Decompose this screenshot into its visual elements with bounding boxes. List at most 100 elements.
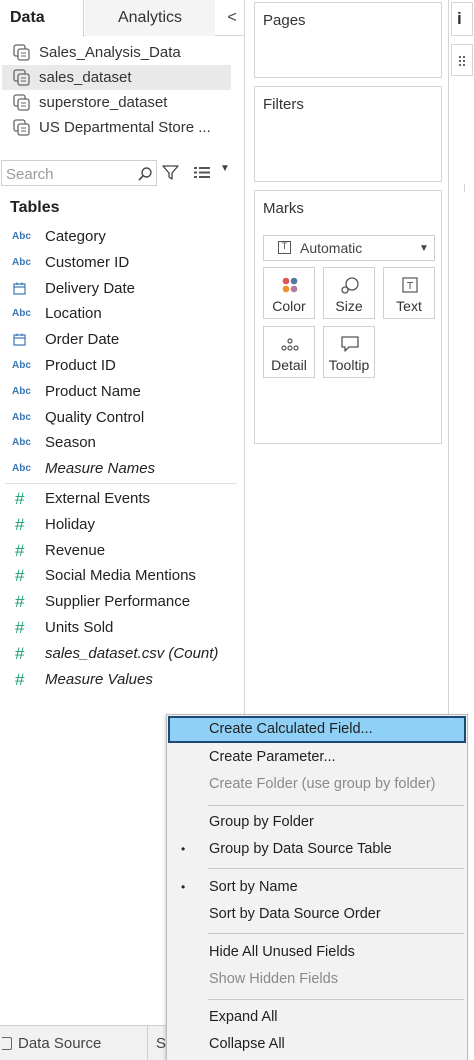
database-icon — [13, 69, 30, 86]
menu-item-group-by-folder[interactable]: Group by Folder — [168, 809, 466, 836]
tab-sheet[interactable]: S — [156, 1026, 166, 1060]
checked-bullet-icon: • — [181, 842, 186, 856]
number-type-icon: # — [15, 566, 25, 586]
tooltip-button[interactable]: Tooltip — [323, 326, 375, 378]
data-source-item[interactable]: Sales_Analysis_Data — [0, 40, 245, 65]
field-label: Social Media Mentions — [45, 567, 196, 585]
field-item-count[interactable]: # sales_dataset.csv (Count) — [0, 641, 245, 667]
field-item-revenue[interactable]: # Revenue — [0, 538, 245, 564]
filters-shelf[interactable]: Filters — [254, 86, 442, 182]
field-item-order-date[interactable]: Order Date — [0, 327, 245, 353]
field-label: Units Sold — [45, 618, 114, 636]
menu-item-group-by-data-source-table[interactable]: • Group by Data Source Table — [168, 836, 466, 863]
pages-shelf[interactable]: Pages — [254, 2, 442, 78]
field-label: Order Date — [45, 331, 120, 349]
color-label: Color — [272, 298, 306, 314]
text-button[interactable]: T Text — [383, 267, 435, 319]
checked-bullet-icon: • — [181, 880, 186, 894]
number-type-icon: # — [15, 514, 25, 534]
data-source-item-selected[interactable]: sales_dataset — [2, 65, 231, 90]
mark-type-dropdown[interactable]: T Automatic ▼ — [263, 235, 435, 261]
text-icon: T — [402, 277, 418, 293]
calendar-icon — [12, 276, 38, 301]
pane-tabs: Data Analytics < — [0, 0, 245, 37]
menu-item-create-calculated-field[interactable]: Create Calculated Field... — [168, 716, 466, 743]
menu-item-create-parameter[interactable]: Create Parameter... — [168, 744, 466, 771]
tab-data-source[interactable]: Data Source — [0, 1026, 148, 1060]
field-item-quality-control[interactable]: Abc Quality Control — [0, 405, 245, 431]
list-view-icon[interactable] — [193, 165, 211, 180]
number-type-icon: # — [15, 488, 25, 508]
color-button[interactable]: Color — [263, 267, 315, 319]
field-item-season[interactable]: Abc Season — [0, 430, 245, 456]
field-label: Season — [45, 434, 96, 452]
tab-analytics[interactable]: Analytics — [85, 0, 215, 36]
field-item-product-id[interactable]: Abc Product ID — [0, 353, 245, 379]
field-label: Product Name — [45, 382, 141, 400]
string-type-icon: Abc — [12, 437, 31, 449]
search-row: ▼ — [0, 159, 245, 187]
field-item-customer-id[interactable]: Abc Customer ID — [0, 250, 245, 276]
string-type-icon: Abc — [12, 463, 31, 475]
search-input[interactable] — [6, 164, 126, 184]
field-label: Delivery Date — [45, 279, 136, 297]
field-item-category[interactable]: Abc Category — [0, 224, 245, 250]
info-icon[interactable]: i — [451, 2, 473, 36]
divider — [464, 184, 465, 192]
collapse-pane-button[interactable]: < — [224, 8, 240, 28]
color-icon — [282, 277, 298, 293]
field-label: Location — [45, 305, 102, 323]
field-label: Category — [45, 228, 106, 245]
data-source-item[interactable]: superstore_dataset — [0, 90, 245, 115]
field-item-external-events[interactable]: # External Events — [0, 486, 245, 512]
marks-card: Marks T Automatic ▼ Color Size T Text De… — [254, 190, 442, 444]
field-item-product-name[interactable]: Abc Product Name — [0, 379, 245, 405]
menu-item-hide-all-unused-fields[interactable]: Hide All Unused Fields — [168, 939, 466, 966]
detail-button[interactable]: Detail — [263, 326, 315, 378]
string-type-icon: Abc — [12, 231, 31, 242]
drag-handle-icon — [458, 55, 466, 67]
menu-item-create-folder[interactable]: Create Folder (use group by folder) — [168, 771, 466, 798]
menu-item-expand-all[interactable]: Expand All — [168, 1004, 466, 1031]
string-type-icon: Abc — [12, 256, 31, 268]
chevron-down-icon[interactable]: ▼ — [220, 163, 230, 174]
search-icon[interactable] — [137, 166, 153, 182]
field-item-social-media-mentions[interactable]: # Social Media Mentions — [0, 563, 245, 589]
columns-shelf-handle[interactable] — [451, 44, 473, 76]
text-label: Text — [396, 298, 422, 314]
data-source-label: US Departmental Store ... — [39, 119, 211, 136]
chevron-down-icon: ▼ — [419, 243, 429, 254]
menu-separator — [208, 999, 464, 1000]
size-button[interactable]: Size — [323, 267, 375, 319]
size-label: Size — [335, 298, 363, 314]
menu-item-collapse-all[interactable]: Collapse All — [168, 1031, 466, 1058]
field-label: Product ID — [45, 356, 116, 374]
data-source-item[interactable]: US Departmental Store ... — [0, 115, 245, 140]
field-label: Measure Values — [45, 670, 153, 688]
field-item-units-sold[interactable]: # Units Sold — [0, 615, 245, 641]
data-source-label: sales_dataset — [39, 69, 132, 86]
field-item-delivery-date[interactable]: Delivery Date — [0, 276, 245, 302]
field-label: sales_dataset.csv (Count) — [45, 644, 219, 662]
size-icon — [341, 277, 359, 294]
tab-data-source-label: Data Source — [18, 1035, 102, 1052]
field-item-holiday[interactable]: # Holiday — [0, 512, 245, 538]
tooltip-icon — [341, 336, 359, 352]
tab-data[interactable]: Data — [0, 0, 84, 37]
database-icon — [13, 44, 30, 61]
filter-icon[interactable] — [162, 164, 179, 181]
tooltip-label: Tooltip — [328, 357, 370, 373]
menu-item-sort-by-name[interactable]: • Sort by Name — [168, 874, 466, 901]
number-type-icon: # — [15, 540, 25, 560]
field-item-location[interactable]: Abc Location — [0, 301, 245, 327]
menu-item-sort-by-data-source-order[interactable]: Sort by Data Source Order — [168, 901, 466, 928]
field-item-measure-names[interactable]: Abc Measure Names — [0, 456, 245, 482]
field-item-measure-values[interactable]: # Measure Values — [0, 667, 245, 693]
detail-icon — [281, 338, 299, 351]
menu-item-show-hidden-fields[interactable]: Show Hidden Fields — [168, 966, 466, 993]
marks-title: Marks — [263, 200, 304, 217]
field-item-supplier-performance[interactable]: # Supplier Performance — [0, 589, 245, 615]
menu-item-label: Group by Data Source Table — [209, 841, 392, 857]
string-type-icon: Abc — [12, 385, 31, 397]
data-source-label: superstore_dataset — [39, 94, 168, 111]
